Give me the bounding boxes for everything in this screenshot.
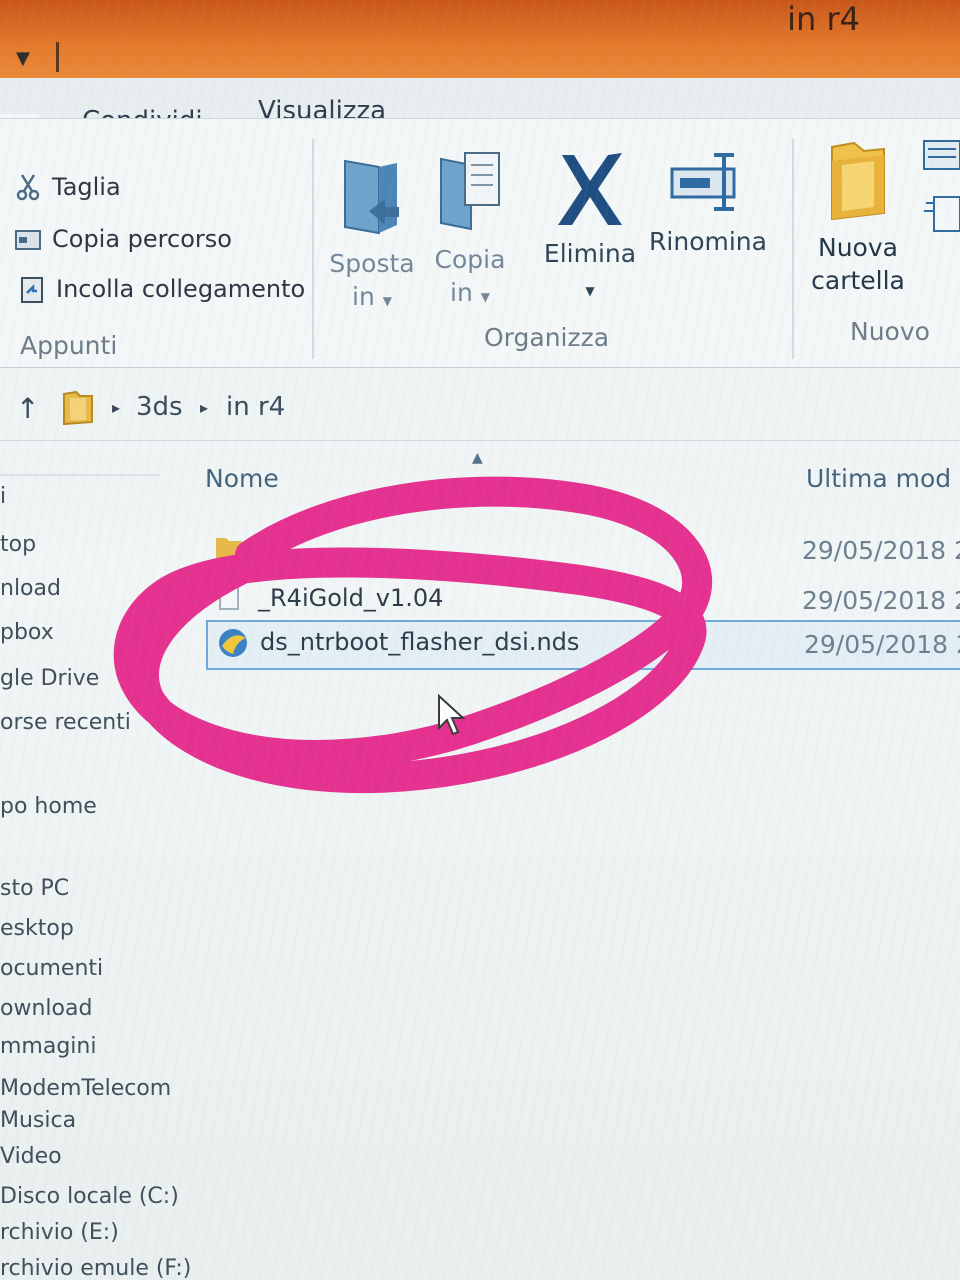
copy-to-label-line2: in — [450, 278, 473, 307]
file-name: r4 — [258, 534, 284, 562]
folder-icon — [216, 538, 242, 558]
title-bar: ▼ in r4 — [0, 0, 960, 78]
chevron-down-icon: ▼ — [480, 290, 490, 304]
copy-path-button[interactable]: Copia percorso — [14, 225, 232, 253]
folder-icon — [63, 390, 93, 426]
copy-path-icon — [15, 230, 41, 250]
file-date: 29/05/2018 2 — [802, 536, 960, 565]
nav-item-downloads[interactable]: ownload — [0, 996, 92, 1021]
paste-shortcut-label: Incolla collegamento — [56, 275, 306, 303]
navigation-pane: i top nload pbox gle Drive orse recenti … — [0, 440, 191, 1280]
copy-to-label-line1: Copia — [434, 245, 506, 274]
delete-icon — [558, 153, 622, 225]
ribbon: Taglia Copia percorso Incolla collegamen… — [0, 118, 960, 368]
organize-group-label: Organizza — [484, 323, 610, 352]
window-title: in r4 — [787, 0, 860, 38]
nav-item-archive-e[interactable]: rchivio (E:) — [0, 1220, 119, 1245]
copy-path-label: Copia percorso — [52, 225, 232, 253]
column-header-name[interactable]: Nome — [205, 464, 279, 493]
rename-icon — [670, 153, 736, 211]
sort-ascending-icon: ▲ — [472, 450, 483, 466]
nav-item-pictures[interactable]: mmagini — [0, 1034, 96, 1059]
nav-item-video[interactable]: Video — [0, 1144, 62, 1169]
new-folder-label-line2: cartella — [811, 266, 905, 295]
clipboard-group-label: Appunti — [20, 331, 118, 360]
file-name: ds_ntrboot_flasher_dsi.nds — [260, 628, 580, 656]
chevron-down-icon: ▼ — [382, 294, 392, 308]
nav-item-pc-desktop[interactable]: esktop — [0, 916, 74, 941]
nav-item-quick-access[interactable]: i — [0, 484, 6, 509]
file-date: 29/05/2018 2 — [804, 630, 960, 659]
toolbar-separator — [56, 42, 59, 72]
nav-item-local-disk-c[interactable]: Disco locale (C:) — [0, 1184, 179, 1209]
delete-label: Elimina — [543, 239, 637, 268]
column-header-modified[interactable]: Ultima mod — [806, 464, 951, 493]
nds-file-icon — [219, 629, 247, 657]
new-folder-label-line1: Nuova — [818, 233, 898, 262]
delete-button[interactable]: Elimina ▼ — [540, 149, 640, 308]
file-icon — [219, 584, 239, 610]
new-folder-icon — [831, 141, 885, 221]
nav-item-this-pc[interactable]: sto PC — [0, 876, 69, 901]
file-explorer-window: ▼ in r4 ne Condividi Visualizza Taglia C… — [0, 0, 960, 1280]
copy-to-button[interactable]: Copia in ▼ — [428, 149, 512, 314]
move-to-icon — [344, 159, 399, 235]
chevron-down-icon: ▼ — [585, 284, 595, 298]
file-row[interactable]: _R4iGold_v1.04 29/05/2018 2 — [206, 578, 960, 624]
nav-item-music[interactable]: Musica — [0, 1108, 76, 1133]
nav-item-dropbox[interactable]: pbox — [0, 620, 54, 645]
breadcrumb-chevron-icon[interactable]: ▸ — [200, 398, 208, 417]
new-folder-button[interactable]: Nuova cartella — [806, 137, 910, 297]
nav-item-desktop[interactable]: top — [0, 532, 36, 557]
paste-shortcut-button[interactable]: Incolla collegamento — [18, 275, 305, 303]
scissors-icon — [16, 174, 40, 201]
move-to-label-line1: Sposta — [329, 249, 415, 278]
new-group-label: Nuovo — [850, 317, 930, 346]
group-divider — [312, 139, 314, 359]
rename-button[interactable]: Rinomina — [644, 147, 772, 258]
quick-access-dropdown-icon[interactable]: ▼ — [16, 48, 30, 69]
nav-item-google-drive[interactable]: gle Drive — [0, 666, 99, 691]
nav-divider — [0, 474, 160, 476]
breadcrumb-item-3ds[interactable]: 3ds — [136, 392, 183, 422]
breadcrumb-chevron-icon[interactable]: ▸ — [112, 398, 120, 417]
address-bar[interactable]: ↑ ▸ 3ds ▸ in r4 — [0, 374, 960, 441]
file-row[interactable]: r4 29/05/2018 2 — [206, 528, 960, 574]
rename-label: Rinomina — [649, 227, 767, 256]
nav-item-homegroup[interactable]: po home — [0, 794, 97, 819]
group-divider — [792, 139, 794, 359]
cut-button[interactable]: Taglia — [14, 173, 121, 201]
nav-item-modemtelecom[interactable]: ModemTelecom — [0, 1076, 171, 1101]
nav-item-recent-places[interactable]: orse recenti — [0, 710, 131, 735]
nav-item-download[interactable]: nload — [0, 576, 61, 601]
copy-to-icon — [440, 152, 500, 231]
cut-label: Taglia — [52, 173, 121, 201]
move-to-label-line2: in — [352, 282, 375, 311]
move-to-button[interactable]: Sposta in ▼ — [328, 155, 416, 318]
cursor-icon — [438, 694, 466, 736]
paste-shortcut-icon — [21, 277, 43, 303]
nav-item-documents[interactable]: ocumenti — [0, 956, 103, 981]
file-row-selected[interactable]: ds_ntrboot_flasher_dsi.nds 29/05/2018 2 — [206, 620, 960, 670]
file-name: _R4iGold_v1.04 — [258, 584, 444, 612]
properties-icon[interactable] — [920, 137, 960, 237]
breadcrumb-item-in-r4[interactable]: in r4 — [226, 392, 285, 422]
file-date: 29/05/2018 2 — [802, 586, 960, 615]
up-arrow-icon[interactable]: ↑ — [16, 392, 39, 425]
nav-item-archive-emule-f[interactable]: rchivio emule (F:) — [0, 1256, 191, 1280]
